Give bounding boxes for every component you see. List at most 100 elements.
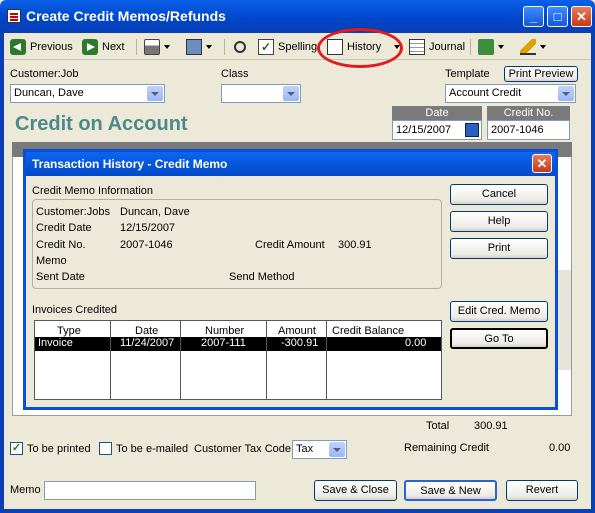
column-header-number: Number	[205, 325, 245, 337]
window-frame-left	[0, 33, 4, 513]
edit-credit-memo-button[interactable]: Edit Cred. Memo	[450, 301, 548, 322]
save-close-button[interactable]: Save & Close	[314, 480, 397, 501]
journal-icon	[409, 39, 425, 55]
remaining-credit-label: Remaining Credit	[404, 442, 489, 454]
date-field[interactable]: 12/15/2007	[392, 120, 482, 140]
spelling-check-icon: ✓	[258, 39, 274, 55]
maximize-button[interactable]: □	[547, 6, 568, 27]
chevron-down-icon[interactable]	[283, 86, 299, 101]
save-new-button[interactable]: Save & New	[404, 480, 497, 501]
row-amount: -300.91	[281, 337, 319, 349]
to-be-printed-checkbox[interactable]: ✓	[10, 442, 23, 455]
dialog-close-button[interactable]: ✕	[532, 154, 552, 173]
customer-jobs-value: Duncan, Dave	[120, 206, 190, 218]
close-button[interactable]: ✕	[571, 6, 592, 27]
cancel-button[interactable]: Cancel	[450, 184, 548, 205]
to-be-printed-label: To be printed	[27, 443, 91, 455]
go-to-button[interactable]: Go To	[450, 328, 548, 349]
customer-jobs-label: Customer:Jobs	[36, 206, 110, 218]
revert-button[interactable]: Revert	[506, 480, 578, 501]
print-button[interactable]: Print	[450, 238, 548, 259]
next-label: Next	[102, 41, 125, 53]
send-method-label: Send Method	[229, 271, 295, 283]
chevron-down-icon	[498, 45, 504, 49]
print-button[interactable]	[144, 37, 170, 57]
customer-job-value: Duncan, Dave	[14, 87, 84, 99]
dialog-title: Transaction History - Credit Memo	[32, 157, 228, 171]
dialog-title-bar: Transaction History - Credit Memo ✕	[26, 152, 555, 176]
chevron-down-icon[interactable]	[147, 86, 163, 101]
window-frame-bottom	[0, 509, 595, 513]
credit-no-value: 2007-1046	[491, 124, 544, 136]
credit-no-header: Credit No.	[487, 106, 570, 121]
toolbar-separator	[136, 39, 137, 55]
table-row[interactable]: Invoice 11/24/2007 2007-111 -300.91 0.00	[35, 337, 441, 351]
column-divider	[110, 321, 111, 399]
send-button[interactable]	[186, 37, 212, 57]
calendar-icon[interactable]	[465, 123, 479, 137]
credit-no-value: 2007-1046	[120, 239, 173, 251]
credit-amount-value: 300.91	[338, 239, 372, 251]
date-header: Date	[392, 106, 482, 121]
chevron-down-icon[interactable]	[329, 442, 345, 457]
window-frame-right	[591, 33, 595, 513]
attach-button[interactable]	[478, 37, 504, 57]
credit-no-field[interactable]: 2007-1046	[487, 120, 570, 140]
row-date: 11/24/2007	[120, 337, 175, 349]
help-button[interactable]: Help	[450, 211, 548, 232]
to-be-emailed-checkbox[interactable]	[99, 442, 112, 455]
journal-label: Journal	[429, 41, 466, 53]
credit-amount-label: Credit Amount	[255, 239, 325, 251]
customer-job-select[interactable]: Duncan, Dave	[10, 84, 165, 103]
class-select[interactable]	[221, 84, 301, 103]
row-type: Invoice	[38, 337, 73, 349]
column-divider	[266, 321, 267, 399]
invoices-table: Type Date Number Amount Credit Balance I…	[34, 320, 442, 400]
find-button[interactable]	[234, 37, 246, 57]
window-title: Create Credit Memos/Refunds	[26, 8, 226, 24]
memo-label: Memo	[36, 255, 67, 267]
total-label: Total	[426, 420, 450, 432]
previous-icon	[10, 39, 26, 55]
journal-button[interactable]: Journal	[409, 37, 465, 57]
column-divider	[326, 321, 327, 399]
line-items-scrollbar[interactable]	[557, 270, 571, 370]
credit-date-label: Credit Date	[36, 222, 92, 234]
sent-date-label: Sent Date	[36, 271, 85, 283]
minimize-button[interactable]: _	[523, 6, 544, 27]
find-icon	[234, 41, 246, 53]
template-select[interactable]: Account Credit	[445, 84, 576, 103]
column-header-credit-balance: Credit Balance	[332, 325, 405, 337]
total-value: 300.91	[474, 420, 508, 432]
memo-footer-label: Memo	[10, 484, 41, 496]
tax-code-label: Customer Tax Code	[194, 443, 292, 455]
tax-code-select[interactable]: Tax	[292, 440, 347, 459]
class-label: Class	[221, 68, 249, 80]
spelling-label: Spelling	[278, 41, 318, 53]
remaining-credit-value: 0.00	[549, 442, 571, 454]
chevron-down-icon[interactable]	[558, 86, 574, 101]
history-highlight-ring	[317, 28, 403, 68]
app-icon	[7, 9, 21, 23]
column-header-type: Type	[57, 325, 81, 337]
credit-no-label: Credit No.	[36, 239, 86, 251]
next-icon	[82, 39, 98, 55]
pencil-icon	[520, 39, 536, 55]
previous-button[interactable]: Previous	[10, 37, 73, 57]
send-icon	[186, 39, 202, 55]
spelling-button[interactable]: ✓ Spelling	[258, 37, 317, 57]
chevron-down-icon	[164, 45, 170, 49]
memo-input[interactable]	[44, 481, 256, 500]
print-preview-button[interactable]: Print Preview	[504, 66, 578, 82]
customize-button[interactable]	[520, 37, 546, 57]
credit-date-value: 12/15/2007	[120, 222, 176, 234]
template-label: Template	[445, 68, 490, 80]
invoices-credited-header: Invoices Credited	[32, 304, 117, 316]
next-button[interactable]: Next	[82, 37, 125, 57]
template-value: Account Credit	[449, 87, 522, 99]
column-header-amount: Amount	[278, 325, 316, 337]
window-title-bar: Create Credit Memos/Refunds _ □ ✕	[0, 0, 595, 33]
attach-icon	[478, 39, 494, 55]
column-header-date: Date	[135, 325, 159, 337]
row-credit-balance: 0.00	[405, 337, 427, 349]
